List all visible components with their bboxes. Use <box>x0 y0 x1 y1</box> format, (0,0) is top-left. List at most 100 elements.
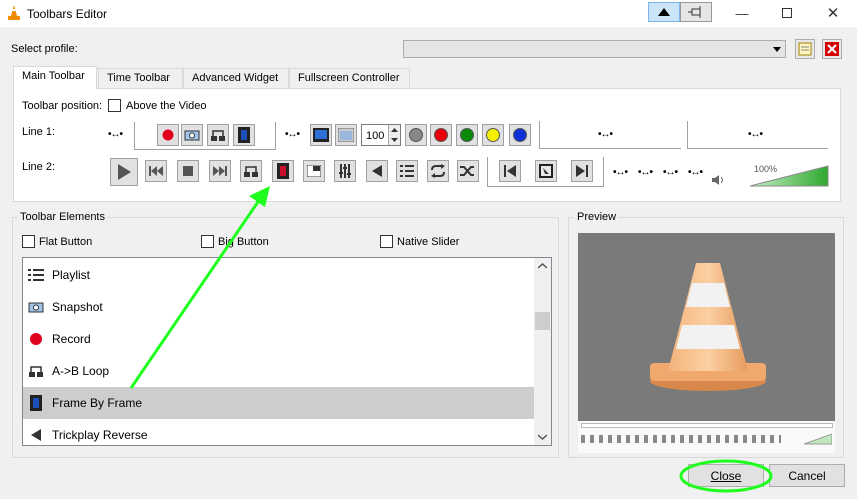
next-icon <box>213 166 227 176</box>
gray-circle-icon <box>409 128 423 142</box>
loop-button[interactable] <box>427 160 449 182</box>
random-button[interactable] <box>457 160 479 182</box>
shuffle-icon <box>460 166 474 176</box>
list-item-label: A->B Loop <box>52 364 110 378</box>
delete-profile-button[interactable] <box>822 39 842 59</box>
maximize-icon <box>782 8 792 18</box>
record-button[interactable] <box>157 124 179 146</box>
fullscreen-toggle-button[interactable] <box>303 160 325 182</box>
previous-button[interactable] <box>145 160 167 182</box>
flat-button-checkbox[interactable] <box>22 235 35 248</box>
spacer-icon: •↔• <box>638 167 653 178</box>
list-item-label: Snapshot <box>52 300 103 314</box>
ab-loop-button[interactable] <box>240 160 262 182</box>
pin-icon <box>688 6 701 18</box>
fullscreen-icon <box>313 128 329 142</box>
play-button[interactable] <box>110 158 138 186</box>
equalizer-button[interactable] <box>334 160 356 182</box>
cancel-button[interactable]: Cancel <box>769 464 845 487</box>
preview-title: Preview <box>575 211 619 223</box>
toolbar-position-label: Toolbar position: <box>22 100 103 112</box>
red-button[interactable] <box>430 124 452 146</box>
frame-by-frame-icon <box>27 395 45 411</box>
next-button[interactable] <box>209 160 231 182</box>
chevron-down-icon <box>773 47 781 52</box>
tab-advanced-widget[interactable]: Advanced Widget <box>183 68 289 88</box>
profile-select[interactable] <box>403 40 786 58</box>
close-button[interactable]: Close <box>688 464 764 487</box>
spin-arrows-icon <box>391 128 398 142</box>
list-item[interactable]: Playlist <box>23 259 535 291</box>
list-item-label: Playlist <box>52 268 91 282</box>
scroll-thumb[interactable] <box>535 312 550 330</box>
minimize-button[interactable]: — <box>726 2 758 24</box>
red-circle-icon <box>434 128 448 142</box>
list-item-label: Trickplay Reverse <box>52 428 148 442</box>
scroll-down-icon <box>538 434 547 440</box>
window-title: Toolbars Editor <box>27 7 108 21</box>
delete-icon <box>825 42 839 56</box>
list-item[interactable]: Record <box>23 323 535 355</box>
snapshot-button[interactable] <box>181 124 203 146</box>
preview-buttons-strip <box>581 435 781 443</box>
trickplay-reverse-button[interactable] <box>366 160 388 182</box>
stop-button[interactable] <box>177 160 199 182</box>
faster-button[interactable] <box>571 160 593 182</box>
tab-fullscreen-controller[interactable]: Fullscreen Controller <box>289 68 410 88</box>
open-button[interactable] <box>535 160 557 182</box>
native-slider-checkbox[interactable] <box>380 235 393 248</box>
spin-box[interactable]: 100 <box>361 124 401 146</box>
frame-by-frame-button[interactable] <box>272 160 294 182</box>
close-icon: ✕ <box>826 5 840 22</box>
vlc-cone-icon <box>650 263 766 391</box>
close-window-button[interactable]: ✕ <box>817 2 849 24</box>
playlist-button[interactable] <box>396 160 418 182</box>
line1-label: Line 1: <box>22 126 56 138</box>
vlc-logo-icon <box>8 5 20 20</box>
trickplay-reverse-icon <box>372 165 382 177</box>
spacer-icon: •↔• <box>285 129 300 140</box>
dock-up-button[interactable] <box>648 2 680 22</box>
spacer-icon: •↔• <box>613 167 628 178</box>
ab-loop-button[interactable] <box>207 124 229 146</box>
preview-seek-bar <box>581 423 833 428</box>
frame-by-frame-icon <box>238 127 250 143</box>
spacer-icon: •↔• <box>598 129 613 140</box>
speaker-icon <box>712 175 723 185</box>
tab-main-toolbar[interactable]: Main Toolbar <box>13 66 97 89</box>
new-profile-button[interactable] <box>795 39 815 59</box>
yellow-button[interactable] <box>482 124 504 146</box>
list-item[interactable]: Snapshot <box>23 291 535 323</box>
flat-button-label: Flat Button <box>39 236 93 248</box>
gray-button[interactable] <box>405 124 427 146</box>
record-icon <box>162 129 174 141</box>
spin-arrows[interactable] <box>388 125 400 145</box>
list-scrollbar[interactable] <box>534 258 551 445</box>
pin-button[interactable] <box>680 2 712 22</box>
native-slider-label: Native Slider <box>397 236 460 248</box>
line2-label: Line 2: <box>22 161 56 173</box>
green-button[interactable] <box>456 124 478 146</box>
toolbar-elements-list[interactable]: Playlist Snapshot Record A->B Loop Frame… <box>22 257 552 446</box>
volume-slider[interactable]: 100% <box>750 163 830 187</box>
spacer-icon: •↔• <box>688 167 703 178</box>
big-button-checkbox[interactable] <box>201 235 214 248</box>
list-item[interactable]: A->B Loop <box>23 355 535 387</box>
preview-area <box>578 233 835 453</box>
tab-time-toolbar[interactable]: Time Toolbar <box>98 68 183 88</box>
frame-by-frame-button[interactable] <box>233 124 255 146</box>
volume-wedge-icon <box>750 165 829 187</box>
toolbar-elements-title: Toolbar Elements <box>18 211 107 223</box>
playlist-icon <box>400 165 414 177</box>
slower-button[interactable] <box>499 160 521 182</box>
maximize-button[interactable] <box>771 2 803 24</box>
list-item[interactable]: Trickplay Reverse <box>23 419 535 445</box>
blue-button[interactable] <box>509 124 531 146</box>
equalizer-icon <box>339 164 351 178</box>
above-video-checkbox[interactable] <box>108 99 121 112</box>
fullscreen-button[interactable] <box>310 124 332 146</box>
list-item-selected[interactable]: Frame By Frame <box>23 387 535 419</box>
trickplay-reverse-icon <box>27 427 45 443</box>
extended-settings-button[interactable] <box>335 124 357 146</box>
scroll-up-icon <box>538 263 547 269</box>
